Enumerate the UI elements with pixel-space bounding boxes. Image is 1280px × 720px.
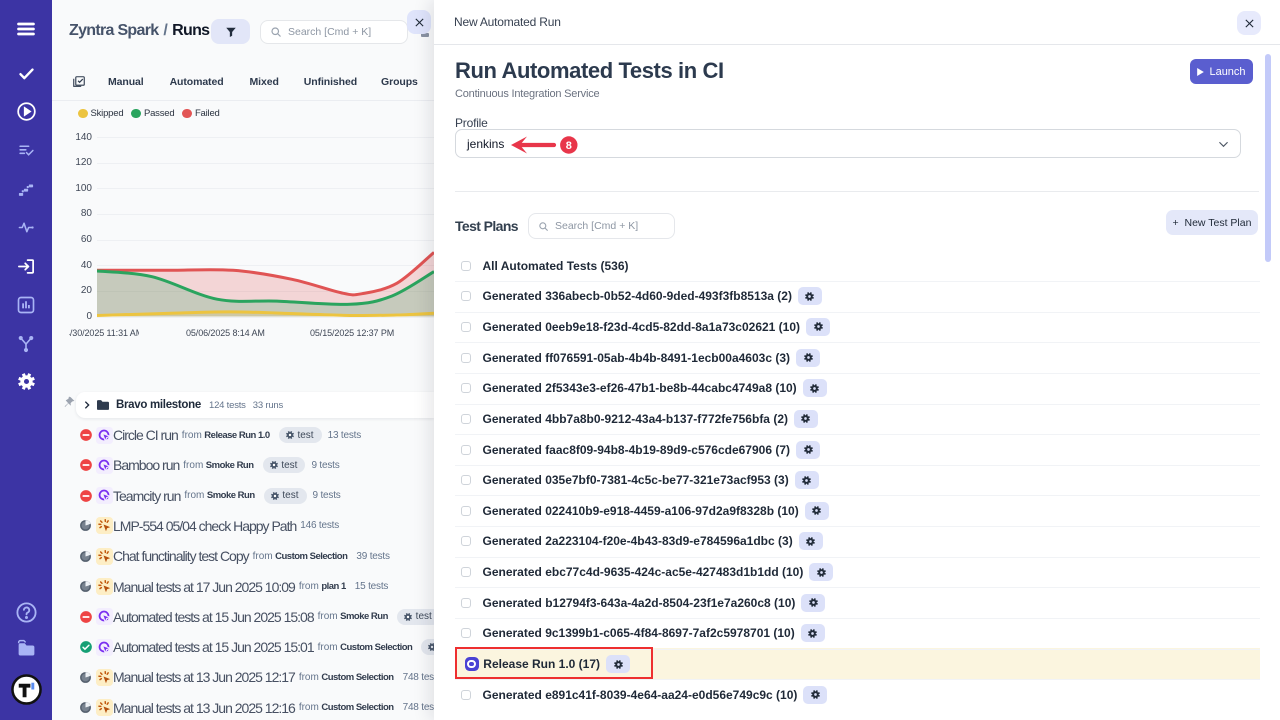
svg-text:8: 8 — [566, 140, 572, 152]
